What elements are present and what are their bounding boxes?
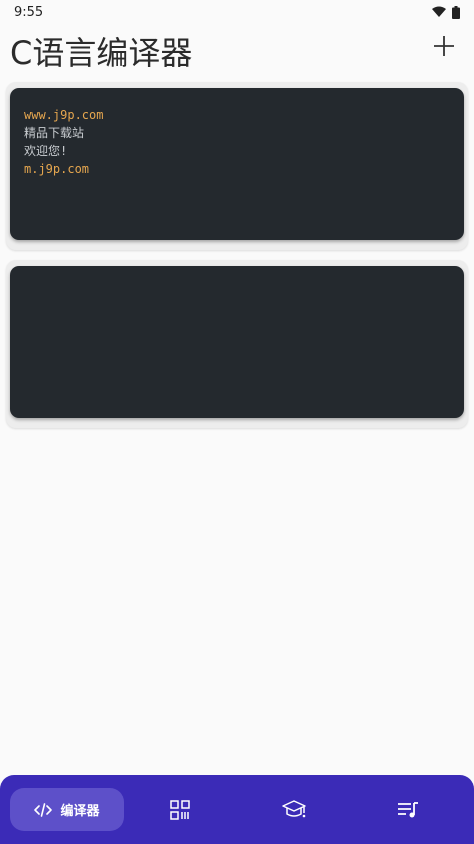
code-line: 欢迎您! — [24, 144, 68, 158]
status-time: 9:55 — [14, 4, 44, 20]
nav-item-grid[interactable] — [156, 788, 204, 831]
code-card[interactable]: www.j9p.com 精品下载站 欢迎您! m.j9p.com — [6, 82, 468, 250]
code-icon — [34, 802, 53, 817]
status-icons — [432, 5, 460, 19]
wifi-icon — [432, 6, 446, 17]
graduation-cap-icon — [282, 799, 306, 817]
code-editor[interactable] — [10, 266, 464, 418]
app-header: C语言编译器 — [0, 24, 474, 72]
code-editor[interactable]: www.j9p.com 精品下载站 欢迎您! m.j9p.com — [10, 88, 464, 240]
status-bar: 9:55 — [0, 0, 474, 24]
add-icon[interactable] — [432, 34, 456, 58]
bottom-navigation: 编译器 — [0, 775, 474, 844]
playlist-music-icon — [398, 801, 418, 817]
battery-icon — [452, 5, 460, 19]
page-title: C语言编译器 — [10, 34, 193, 72]
grid-icon — [170, 799, 190, 820]
code-line: 精品下载站 — [24, 126, 85, 140]
code-line: www.j9p.com — [24, 108, 104, 122]
nav-item-playlist[interactable] — [384, 788, 432, 831]
nav-item-learn[interactable] — [270, 788, 318, 831]
nav-item-label: 编译器 — [60, 804, 100, 819]
code-line: m.j9p.com — [24, 162, 90, 176]
code-card[interactable] — [6, 260, 468, 428]
nav-item-compiler[interactable]: 编译器 — [10, 788, 124, 831]
